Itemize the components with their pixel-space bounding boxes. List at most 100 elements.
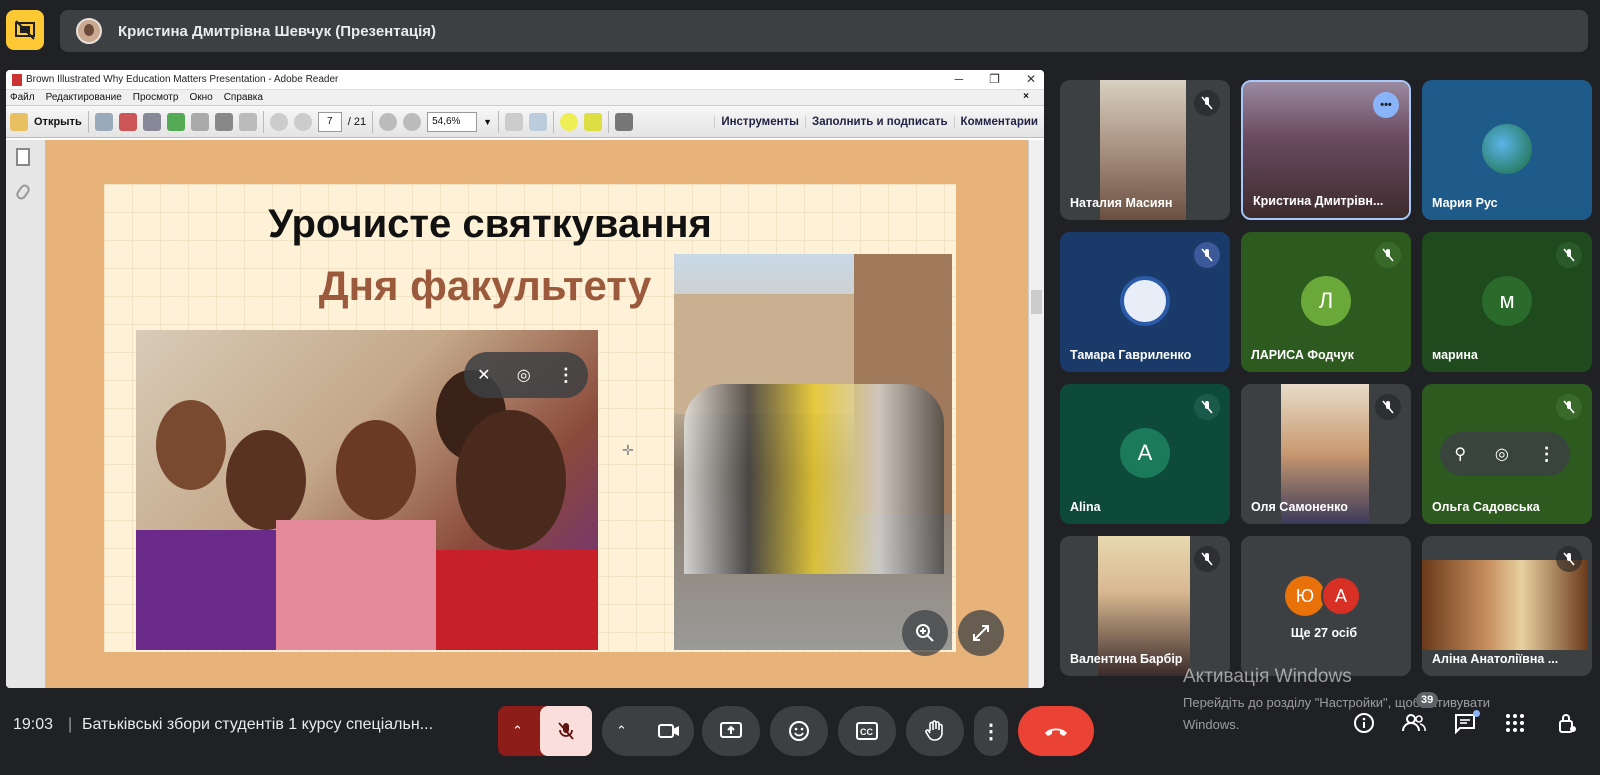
windows-activation-line2: Windows. bbox=[1183, 717, 1240, 732]
scrollbar[interactable] bbox=[1028, 140, 1044, 688]
menu-help[interactable]: Справка bbox=[224, 92, 263, 103]
open-button[interactable]: Открыть bbox=[34, 116, 82, 128]
participant-name: Валентина Барбір bbox=[1070, 652, 1183, 666]
menu-file[interactable]: Файл bbox=[10, 92, 35, 103]
participant-tile[interactable]: м марина bbox=[1422, 232, 1592, 372]
save-icon[interactable] bbox=[190, 112, 209, 131]
pdf-page: Урочисте святкування Дня факультету ✕ ◎ … bbox=[46, 140, 1028, 688]
avatar: Л bbox=[1301, 276, 1351, 326]
page-number-input[interactable]: 7 bbox=[317, 111, 342, 132]
participant-tile[interactable]: ⚲ ◎ ⋮ Ольга Садовська bbox=[1422, 384, 1592, 524]
host-controls-button[interactable] bbox=[1552, 708, 1582, 738]
participant-name: Оля Самоненко bbox=[1251, 500, 1348, 514]
participant-video bbox=[1422, 560, 1588, 650]
fill-sign-button[interactable]: Заполнить и подписать bbox=[805, 115, 954, 128]
zoom-out-icon[interactable] bbox=[379, 112, 398, 131]
comment-icon[interactable] bbox=[560, 112, 578, 131]
stop-presenting-button[interactable] bbox=[6, 10, 44, 50]
chat-button[interactable] bbox=[1450, 708, 1480, 738]
restore-icon[interactable]: ❐ bbox=[989, 72, 1000, 86]
participant-tile[interactable]: Л ЛАРИСА Фодчук bbox=[1241, 232, 1411, 372]
arrow-down-icon[interactable] bbox=[293, 112, 312, 131]
menu-view[interactable]: Просмотр bbox=[133, 92, 179, 103]
divider bbox=[498, 110, 499, 133]
zoom-input[interactable]: 54,6% bbox=[427, 111, 478, 132]
mic-off-icon bbox=[1556, 546, 1582, 572]
captions-icon: CC bbox=[856, 722, 878, 740]
comments-button[interactable]: Комментарии bbox=[953, 115, 1044, 128]
expand-button[interactable] bbox=[958, 610, 1004, 656]
more-icon[interactable]: ⋮ bbox=[557, 365, 575, 386]
attachment-icon[interactable] bbox=[14, 182, 32, 202]
menu-window[interactable]: Окно bbox=[189, 92, 212, 103]
folder-icon[interactable] bbox=[10, 112, 28, 131]
chevron-down-icon[interactable]: ▼ bbox=[483, 117, 492, 127]
avatar bbox=[1120, 276, 1170, 326]
people-icon bbox=[1402, 714, 1426, 732]
fit-width-icon[interactable] bbox=[529, 112, 547, 131]
pin-icon[interactable]: ⚲ bbox=[1454, 444, 1466, 464]
participant-tile-speaking[interactable]: ••• Кристина Дмитрівн... bbox=[1241, 80, 1411, 220]
more-icon[interactable]: ⋮ bbox=[1538, 444, 1556, 465]
fit-page-icon[interactable] bbox=[505, 112, 523, 131]
mic-off-icon bbox=[1194, 242, 1220, 268]
camera-group: ⌃ bbox=[602, 706, 694, 756]
mute-icon[interactable]: ◎ bbox=[1495, 444, 1509, 464]
scrollbar-thumb[interactable] bbox=[1031, 290, 1042, 314]
more-participants-tile[interactable]: Ю А Ще 27 осіб bbox=[1241, 536, 1411, 676]
mic-off-icon bbox=[1194, 90, 1220, 116]
menu-edit[interactable]: Редактирование bbox=[46, 92, 122, 103]
participant-name: ЛАРИСА Фодчук bbox=[1251, 348, 1354, 362]
top-bar: Кристина Дмитрівна Шевчук (Презентація) bbox=[0, 0, 1600, 62]
edit-icon[interactable] bbox=[142, 112, 161, 131]
print-icon[interactable] bbox=[214, 112, 233, 131]
tools-button[interactable]: Инструменты bbox=[714, 115, 805, 128]
mic-toggle-button[interactable] bbox=[540, 706, 592, 756]
avatar: Ю bbox=[1285, 576, 1325, 616]
participant-tile[interactable]: Аліна Анатоліївна ... bbox=[1422, 536, 1592, 676]
zoom-in-icon[interactable] bbox=[403, 112, 422, 131]
leave-call-button[interactable] bbox=[1018, 706, 1094, 756]
people-button[interactable] bbox=[1399, 708, 1429, 738]
participant-tile[interactable]: A Alina bbox=[1060, 384, 1230, 524]
lock-person-icon bbox=[1559, 714, 1576, 733]
windows-activation-title: Активація Windows bbox=[1183, 666, 1352, 687]
arrow-up-icon[interactable] bbox=[269, 112, 288, 131]
activities-button[interactable] bbox=[1500, 708, 1530, 738]
minimize-icon[interactable]: ─ bbox=[955, 72, 964, 86]
more-participants-label: Ще 27 осіб bbox=[1290, 626, 1358, 640]
window-title-bar: Brown Illustrated Why Education Matters … bbox=[6, 70, 1044, 90]
svg-text:CC: CC bbox=[860, 727, 873, 737]
reactions-button[interactable] bbox=[770, 706, 828, 756]
pdf-export-icon[interactable] bbox=[118, 112, 137, 131]
participant-tile[interactable]: Наталия Масиян bbox=[1060, 80, 1230, 220]
pin-icon[interactable]: ✕ bbox=[477, 365, 490, 385]
camera-toggle-button[interactable] bbox=[644, 706, 694, 756]
create-icon[interactable] bbox=[94, 112, 113, 131]
close-icon[interactable]: × bbox=[1023, 91, 1029, 102]
highlight-icon[interactable] bbox=[584, 112, 602, 131]
chevron-up-icon[interactable]: ⌃ bbox=[512, 723, 523, 739]
pages-icon[interactable] bbox=[16, 148, 30, 166]
end-call-icon bbox=[1045, 728, 1067, 736]
raise-hand-button[interactable] bbox=[906, 706, 964, 756]
close-icon[interactable]: ✕ bbox=[1026, 72, 1036, 86]
participant-tile[interactable]: Тамара Гавриленко bbox=[1060, 232, 1230, 372]
present-button[interactable] bbox=[702, 706, 760, 756]
chevron-up-icon[interactable]: ⌃ bbox=[616, 723, 627, 739]
mail-icon[interactable] bbox=[238, 112, 257, 131]
cloud-icon[interactable] bbox=[166, 112, 185, 131]
fullscreen-icon[interactable] bbox=[615, 112, 633, 131]
zoom-button[interactable] bbox=[902, 610, 948, 656]
participant-tile[interactable]: Мария Рус bbox=[1422, 80, 1592, 220]
participant-tile[interactable]: Валентина Барбір bbox=[1060, 536, 1230, 676]
captions-button[interactable]: CC bbox=[838, 706, 896, 756]
mute-icon[interactable]: ◎ bbox=[517, 365, 531, 385]
meeting-details-button[interactable] bbox=[1349, 708, 1379, 738]
slide-photo-street bbox=[674, 254, 952, 650]
participant-tile[interactable]: Оля Самоненко bbox=[1241, 384, 1411, 524]
clock: 19:03 bbox=[13, 716, 54, 733]
more-options-button[interactable]: ⋮ bbox=[974, 706, 1008, 756]
avatar: А bbox=[1321, 576, 1361, 616]
mic-off-icon bbox=[558, 722, 574, 740]
